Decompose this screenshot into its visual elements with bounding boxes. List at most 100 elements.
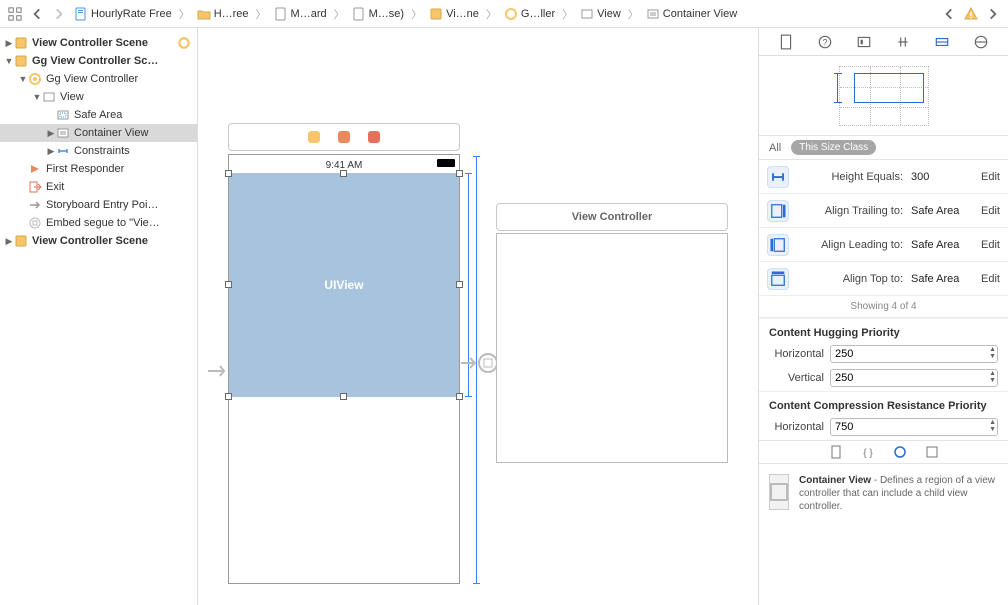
disclosure-triangle-icon[interactable]: ▼ bbox=[32, 92, 42, 102]
breadcrumb-bar: HourlyRate Free 〉 H…ree 〉 M…ard 〉 M…se) … bbox=[0, 0, 1008, 28]
embedded-view-controller[interactable] bbox=[496, 233, 728, 463]
autoresizing-thumb[interactable] bbox=[759, 56, 1008, 136]
selection-handle[interactable] bbox=[456, 170, 463, 177]
outline-row[interactable]: ▼View bbox=[0, 88, 197, 106]
outline-label: Gg View Controller Sc… bbox=[32, 55, 191, 67]
constraint-row[interactable]: Align Trailing to:Safe AreaEdit bbox=[759, 194, 1008, 228]
selection-handle[interactable] bbox=[456, 281, 463, 288]
outline-label: Container View bbox=[74, 127, 191, 139]
nav-forward-icon[interactable] bbox=[50, 5, 68, 23]
nav-back-icon[interactable] bbox=[28, 5, 46, 23]
outline-row[interactable]: ▼ Gg View Controller Sc… bbox=[0, 52, 197, 70]
entry-point-arrow[interactable] bbox=[206, 360, 228, 382]
constraint-edit-button[interactable]: Edit bbox=[981, 171, 1000, 183]
outline-row[interactable]: ▶View Controller Scene bbox=[0, 34, 197, 52]
help-inspector-icon[interactable]: ? bbox=[817, 34, 833, 50]
scene-dock[interactable] bbox=[228, 123, 460, 151]
size-inspector-icon[interactable] bbox=[934, 34, 950, 50]
embedded-scene-dock[interactable]: View Controller bbox=[496, 203, 728, 231]
disclosure-triangle-icon[interactable]: ▶ bbox=[4, 236, 14, 247]
outline-row[interactable]: ▶Constraints bbox=[0, 142, 197, 160]
inspector-panel: ? All This Size Class Height Equals:300E… bbox=[758, 28, 1008, 605]
outline-row[interactable]: ▶View Controller Scene bbox=[0, 232, 197, 250]
scene-icon bbox=[14, 36, 28, 50]
selection-handle[interactable] bbox=[225, 170, 232, 177]
constraints-count: Showing 4 of 4 bbox=[759, 296, 1008, 318]
outline-row[interactable]: ▶ Container View bbox=[0, 124, 197, 142]
stepper-arrows-icon[interactable]: ▲▼ bbox=[989, 370, 996, 384]
document-outline[interactable]: ▶View Controller Scene▼Gg View Controlle… bbox=[0, 28, 198, 605]
constraint-row[interactable]: Height Equals:300Edit bbox=[759, 160, 1008, 194]
breadcrumb-item[interactable]: Vi…ne bbox=[427, 7, 481, 21]
identity-inspector-icon[interactable] bbox=[856, 34, 872, 50]
constraint-row[interactable]: Align Top to:Safe AreaEdit bbox=[759, 262, 1008, 296]
constraint-value: 300 bbox=[911, 171, 973, 183]
stepper-arrows-icon[interactable]: ▲▼ bbox=[989, 419, 996, 433]
selection-handle[interactable] bbox=[225, 393, 232, 400]
hugging-vertical-input[interactable] bbox=[830, 369, 998, 387]
object-description: Container View - Defines a region of a v… bbox=[759, 464, 1008, 523]
chevron-right-icon: 〉 bbox=[627, 6, 640, 22]
folder-icon bbox=[197, 7, 211, 21]
outline-row[interactable]: Exit bbox=[0, 178, 197, 196]
breadcrumb-item[interactable]: G…ller bbox=[502, 7, 557, 21]
file-template-icon[interactable] bbox=[829, 445, 843, 459]
related-items-icon[interactable] bbox=[6, 5, 24, 23]
compression-horizontal-input[interactable] bbox=[830, 418, 998, 436]
selection-handle[interactable] bbox=[225, 281, 232, 288]
breadcrumb-item[interactable]: HourlyRate Free bbox=[72, 7, 174, 21]
hugging-horizontal-input[interactable] bbox=[830, 345, 998, 363]
connections-inspector-icon[interactable] bbox=[973, 34, 989, 50]
constraint-row[interactable]: Align Leading to:Safe AreaEdit bbox=[759, 228, 1008, 262]
storyboard-canvas[interactable]: 9:41 AM UIView View Controller bbox=[198, 28, 758, 605]
field-label: Vertical bbox=[769, 372, 824, 384]
constraints-icon bbox=[56, 144, 70, 158]
outline-row[interactable]: Safe Area bbox=[0, 106, 197, 124]
sizeclass-all[interactable]: All bbox=[769, 142, 781, 154]
breadcrumb-item[interactable]: H…ree bbox=[195, 7, 251, 21]
constraint-edit-button[interactable]: Edit bbox=[981, 273, 1000, 285]
media-library-icon[interactable] bbox=[925, 445, 939, 459]
code-snippet-icon[interactable]: { } bbox=[861, 445, 875, 459]
breadcrumb-item[interactable]: View bbox=[578, 7, 623, 21]
disclosure-triangle-icon[interactable]: ▼ bbox=[18, 74, 28, 84]
selection-handle[interactable] bbox=[340, 170, 347, 177]
nav-back-aux-icon[interactable] bbox=[940, 5, 958, 23]
breadcrumb-item[interactable]: M…se) bbox=[350, 7, 406, 21]
stepper-arrows-icon[interactable]: ▲▼ bbox=[989, 346, 996, 360]
disclosure-triangle-icon[interactable]: ▼ bbox=[4, 56, 14, 66]
disclosure-triangle-icon[interactable]: ▶ bbox=[4, 38, 14, 49]
outline-row[interactable]: Embed segue to "Vie… bbox=[0, 214, 197, 232]
selection-handle[interactable] bbox=[340, 393, 347, 400]
warning-icon[interactable] bbox=[962, 5, 980, 23]
breadcrumb-item[interactable]: M…ard bbox=[272, 7, 329, 21]
constraint-edit-button[interactable]: Edit bbox=[981, 239, 1000, 251]
selection-handle[interactable] bbox=[456, 393, 463, 400]
scene-icon bbox=[429, 7, 443, 21]
hugging-horizontal-row: Horizontal ▲▼ bbox=[759, 343, 1008, 367]
exit-dock-icon[interactable] bbox=[368, 131, 380, 143]
object-desc-text: Container View - Defines a region of a v… bbox=[799, 474, 998, 513]
container-view-selection[interactable]: UIView bbox=[229, 173, 459, 397]
vc-dock-icon[interactable] bbox=[308, 131, 320, 143]
vc-icon bbox=[504, 7, 518, 21]
outline-row[interactable]: ▼Gg View Controller bbox=[0, 70, 197, 88]
doc-icon bbox=[74, 7, 88, 21]
constraint-edit-button[interactable]: Edit bbox=[981, 205, 1000, 217]
view-icon bbox=[580, 7, 594, 21]
nav-forward-aux-icon[interactable] bbox=[984, 5, 1002, 23]
outline-row[interactable]: First Responder bbox=[0, 160, 197, 178]
disclosure-triangle-icon[interactable]: ▶ bbox=[46, 128, 56, 139]
file-inspector-icon[interactable] bbox=[778, 34, 794, 50]
outline-row[interactable]: Storyboard Entry Poi… bbox=[0, 196, 197, 214]
sizeclass-this[interactable]: This Size Class bbox=[791, 140, 876, 155]
breadcrumb-item[interactable]: Container View bbox=[644, 7, 739, 21]
attributes-inspector-icon[interactable] bbox=[895, 34, 911, 50]
object-library-icon[interactable] bbox=[893, 445, 907, 459]
responder-icon bbox=[28, 162, 42, 176]
responder-dock-icon[interactable] bbox=[338, 131, 350, 143]
disclosure-triangle-icon[interactable]: ▶ bbox=[46, 146, 56, 157]
field-label: Horizontal bbox=[769, 421, 824, 433]
constraint-icon bbox=[767, 166, 789, 188]
embed-segue[interactable] bbox=[460, 353, 498, 373]
